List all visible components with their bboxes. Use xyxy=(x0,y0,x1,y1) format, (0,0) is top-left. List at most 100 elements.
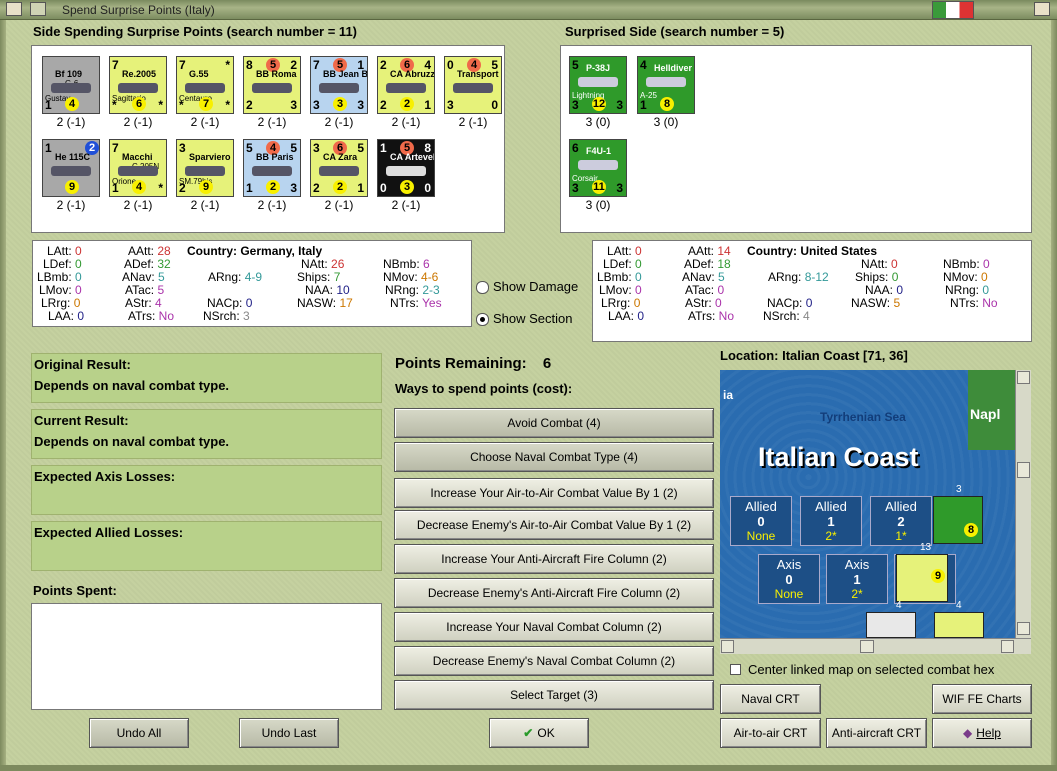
map-vertical-scrollbar[interactable] xyxy=(1015,370,1031,638)
system-menu-icon[interactable] xyxy=(6,2,22,16)
unit-strength: 8 xyxy=(964,523,978,537)
arng-value: 4-9 xyxy=(244,270,263,284)
unit-counter[interactable]: 5 4 5 BB Paris 1 2 3 xyxy=(243,139,301,197)
unit-counter[interactable]: 3 6 5 CA Zara 2 2 1 xyxy=(310,139,368,197)
counter-top-left: 6 xyxy=(572,141,579,155)
lrrg-value: 0 xyxy=(73,296,81,310)
ok-button[interactable]: ✔ OK xyxy=(489,718,589,748)
counter-bottom-left: 1 xyxy=(112,181,119,195)
allied-hex-summary[interactable]: Allied 1 2* xyxy=(800,496,862,546)
unit-silhouette-icon xyxy=(118,166,158,176)
unit-counter[interactable]: 3 Sparviero SM.79bis 2 9 xyxy=(176,139,234,197)
anti-aircraft-crt-button[interactable]: Anti-aircraft CRT xyxy=(826,718,927,748)
ships-label: Ships: 7 xyxy=(297,270,341,284)
center-linked-map-option[interactable]: Center linked map on selected combat hex xyxy=(727,661,1031,679)
scroll-up-icon[interactable] xyxy=(1017,371,1030,384)
show-section-label: Show Section xyxy=(493,311,573,326)
atac-value: 5 xyxy=(157,283,165,297)
points-spent-list[interactable] xyxy=(31,603,382,710)
unit-counter[interactable]: 751BB Jean Bart II333 xyxy=(310,56,368,114)
help-button[interactable]: ◆ Help xyxy=(932,718,1032,748)
scroll-left-icon[interactable] xyxy=(721,640,734,653)
counter-top-left: 3 xyxy=(179,141,186,155)
counter-bottom-right: * xyxy=(158,181,163,195)
surprised-side-header: Surprised Side (search number = 5) xyxy=(565,24,785,39)
scroll-thumb[interactable] xyxy=(860,640,874,653)
map-unit-counter[interactable] xyxy=(866,612,916,638)
arng-label: ARng: 8-12 xyxy=(768,270,829,284)
scroll-down-icon[interactable] xyxy=(1017,622,1030,635)
spend-option-button[interactable]: Decrease Enemy's Air-to-Air Combat Value… xyxy=(394,510,714,540)
map-unit-counter[interactable]: 9 xyxy=(896,554,948,602)
natt-value: 0 xyxy=(891,257,898,271)
latt-value: 0 xyxy=(75,244,82,258)
scroll-thumb[interactable] xyxy=(1017,462,1030,478)
map-unit-counter[interactable]: 8 xyxy=(933,496,983,544)
counter-modifier: 2 (-1) xyxy=(123,198,153,212)
spend-option-label: Decrease Enemy's Air-to-Air Combat Value… xyxy=(416,518,692,532)
unit-counter[interactable]: 6 F4U-1 Corsair 3 11 3 xyxy=(569,139,627,197)
unit-counter[interactable]: 4 Helldiver A-25 1 8 xyxy=(637,56,695,114)
unit-counter[interactable]: 7MacchiC.205NOrione14* xyxy=(109,139,167,197)
unit-counter[interactable]: 0 4 5 Transport 3 0 xyxy=(444,56,502,114)
scroll-right-icon[interactable] xyxy=(1001,640,1014,653)
expected-axis-losses-box: Expected Axis Losses: xyxy=(31,465,382,515)
spend-option-button[interactable]: Select Target (3) xyxy=(394,680,714,710)
spend-option-button[interactable]: Decrease Enemy's Naval Combat Column (2) xyxy=(394,646,714,676)
unit-counter[interactable]: 5 P-38J Lightning 3 12 3 xyxy=(569,56,627,114)
spend-option-button[interactable]: Choose Naval Combat Type (4) xyxy=(394,442,714,472)
show-damage-radio[interactable] xyxy=(476,281,489,294)
air-to-air-crt-button[interactable]: Air-to-air CRT xyxy=(720,718,821,748)
map-unit-counter[interactable] xyxy=(934,612,984,638)
ntrs-value: No xyxy=(982,296,998,310)
counter-name: Macchi xyxy=(122,152,153,162)
city-name-fragment: Napl xyxy=(970,406,1001,422)
axis-hex-summary[interactable]: Axis 0 None xyxy=(758,554,820,604)
show-damage-label: Show Damage xyxy=(493,279,579,294)
lmov-value: 0 xyxy=(75,283,82,297)
ships-value: 7 xyxy=(333,270,341,284)
spend-option-label: Increase Your Anti-Aircraft Fire Column … xyxy=(441,552,667,566)
spend-option-button[interactable]: Increase Your Air-to-Air Combat Value By… xyxy=(394,478,714,508)
spend-option-button[interactable]: Avoid Combat (4) xyxy=(394,408,714,438)
unit-counter[interactable]: 158CA Artevelde030 xyxy=(377,139,435,197)
unit-counter[interactable]: 7 Re.2005 Sagittario * 6 * xyxy=(109,56,167,114)
counter-name: Transport xyxy=(457,69,499,79)
undo-last-button[interactable]: Undo Last xyxy=(239,718,339,748)
close-icon[interactable] xyxy=(1034,2,1050,16)
show-section-radio[interactable] xyxy=(476,313,489,326)
show-damage-option[interactable]: Show Damage xyxy=(474,278,590,296)
unit-counter[interactable]: Bf 109G-6Gustav14 xyxy=(42,56,100,114)
combat-hex-map[interactable]: ia Tyrrhenian Sea Napl Italian Coast All… xyxy=(720,370,1015,638)
counter-modifier: 3 (0) xyxy=(653,115,679,129)
minimize-icon[interactable] xyxy=(30,2,46,16)
spend-option-button[interactable]: Increase Your Anti-Aircraft Fire Column … xyxy=(394,544,714,574)
window-frame xyxy=(0,765,1057,771)
map-horizontal-scrollbar[interactable] xyxy=(720,638,1031,654)
lmov-label: LMov: 0 xyxy=(39,283,82,297)
adef-value: 32 xyxy=(157,257,171,271)
show-section-option[interactable]: Show Section xyxy=(474,310,590,328)
spend-option-button[interactable]: Decrease Enemy's Anti-Aircraft Fire Colu… xyxy=(394,578,714,608)
wif-fe-charts-button[interactable]: WIF FE Charts xyxy=(932,684,1032,714)
unit-silhouette-icon xyxy=(646,77,686,87)
atac-label: ATac: 5 xyxy=(125,283,165,297)
undo-all-button[interactable]: Undo All xyxy=(89,718,189,748)
counter-modifier: 2 (-1) xyxy=(56,198,86,212)
unit-counter[interactable]: 1 2 He 115C 9 xyxy=(42,139,100,197)
lrrg-label: LRrg: 0 xyxy=(601,296,641,310)
counter-modifier: 2 (-1) xyxy=(190,198,220,212)
naval-crt-button[interactable]: Naval CRT xyxy=(720,684,821,714)
allied-hex-summary[interactable]: Allied 0 None xyxy=(730,496,792,546)
unit-silhouette-icon xyxy=(319,166,359,176)
unit-counter[interactable]: 2 6 4 CA Abruzzi 2 2 1 xyxy=(377,56,435,114)
naa-label: NAA: 10 xyxy=(305,283,350,297)
center-linked-map-checkbox[interactable] xyxy=(730,664,741,675)
unit-counter[interactable]: 7 * G.55 Centauro * 7 * xyxy=(176,56,234,114)
aatt-label: AAtt: 28 xyxy=(128,244,171,258)
spend-option-button[interactable]: Increase Your Naval Combat Column (2) xyxy=(394,612,714,642)
unit-counter[interactable]: 8 5 2 BB Roma 2 3 xyxy=(243,56,301,114)
axis-hex-summary[interactable]: Axis 1 2* xyxy=(826,554,888,604)
allied-hex-summary[interactable]: Allied 2 1* xyxy=(870,496,932,546)
counter-bottom-left: 1 xyxy=(246,181,253,195)
